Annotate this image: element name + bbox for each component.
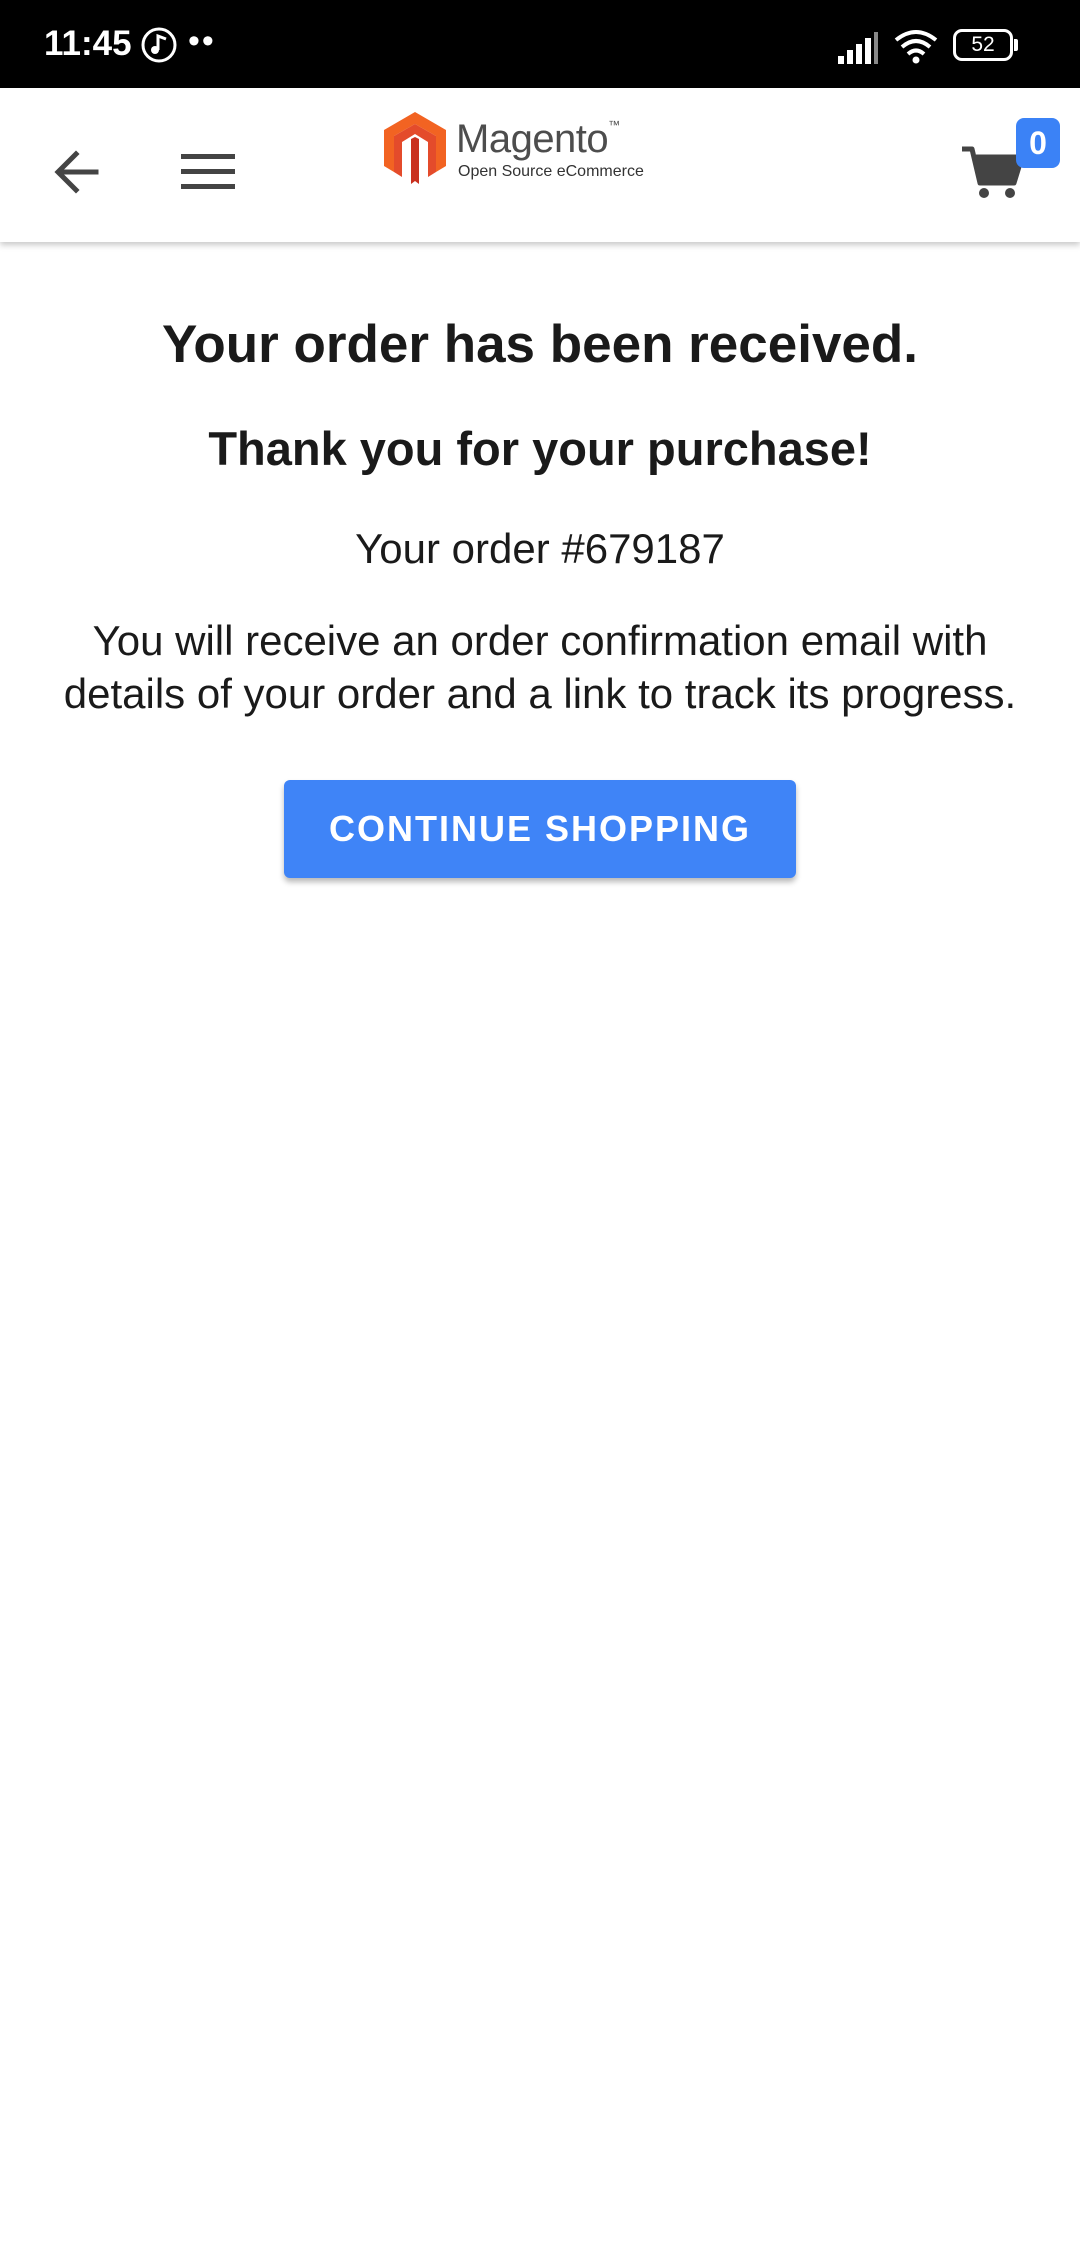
continue-shopping-button[interactable]: CONTINUE SHOPPING	[284, 780, 796, 878]
back-button[interactable]	[34, 130, 118, 214]
back-arrow-icon	[54, 150, 99, 194]
magento-logo-icon	[384, 112, 446, 184]
page-title: Your order has been received.	[161, 315, 919, 374]
thank-you-heading: Thank you for your purchase!	[208, 422, 872, 475]
menu-icon	[181, 154, 235, 189]
wifi-icon	[894, 30, 938, 64]
battery-icon: 52	[953, 29, 1018, 63]
menu-button[interactable]	[166, 130, 250, 214]
app-header: Magento™ Open Source eCommerce 0	[0, 88, 1080, 242]
confirmation-message: You will receive an order confirmation e…	[63, 617, 1017, 717]
order-number: Your order #679187	[355, 525, 725, 572]
status-dots: ••	[188, 22, 216, 60]
cart-count-badge: 0	[1016, 118, 1060, 168]
signal-icon	[838, 32, 878, 64]
battery-level: 52	[971, 33, 995, 56]
status-time: 11:45	[44, 24, 132, 63]
cart-icon	[962, 146, 1024, 198]
status-bar: 11:45 •• 52	[0, 0, 1080, 88]
music-note-icon	[141, 27, 177, 63]
magento-logo[interactable]: Magento™ Open Source eCommerce	[384, 112, 644, 192]
logo-tagline: Open Source eCommerce	[458, 163, 644, 180]
logo-wordmark: Magento™	[456, 117, 620, 161]
